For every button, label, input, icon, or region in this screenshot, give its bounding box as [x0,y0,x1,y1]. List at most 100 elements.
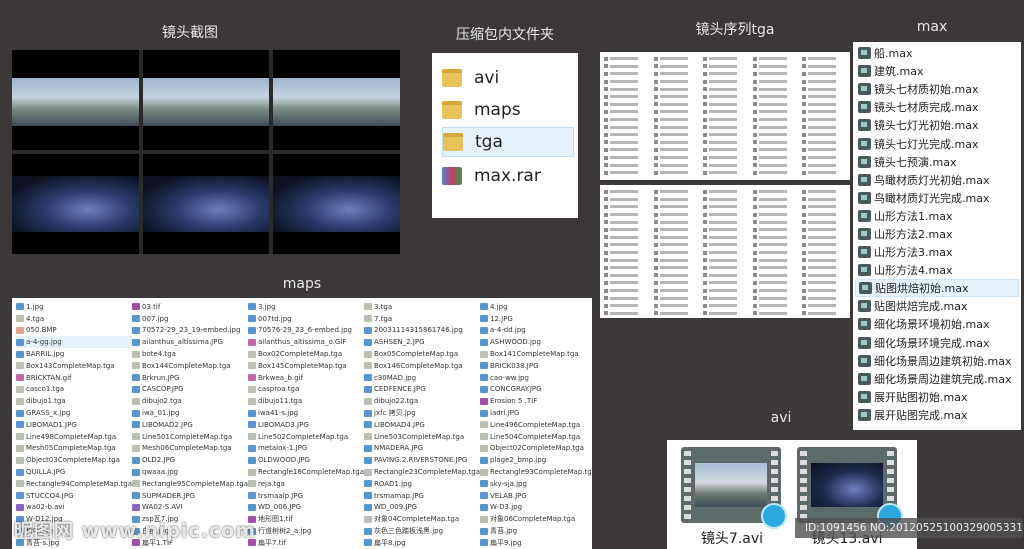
tga-file-item[interactable] [703,279,747,287]
maps-file-item[interactable]: LIBOMAD4.JPG [364,419,480,431]
tga-file-item[interactable] [604,55,648,63]
tga-file-item[interactable] [703,63,747,71]
max-file-item[interactable]: 山形方法4.max [855,261,1019,279]
maps-file-item[interactable]: metalox-1.JPG [248,443,364,455]
maps-file-item[interactable]: Rectangle94CompleteMap.tga [16,478,132,490]
maps-file-item[interactable]: dibujo11.tga [248,395,364,407]
tga-file-item[interactable] [653,272,698,280]
tga-file-item[interactable] [802,310,846,318]
maps-file-item[interactable]: reja.tga [248,478,364,490]
tga-file-item[interactable] [653,294,698,302]
tga-file-item[interactable] [653,310,698,318]
tga-file-item[interactable] [604,256,648,264]
maps-file-item[interactable]: cao-ww.jpg [480,372,596,384]
maps-file-item[interactable]: Rectangle18CompleteMap.tga [248,466,364,478]
tga-file-item[interactable] [703,70,747,78]
tga-file-item[interactable] [604,101,648,109]
maps-file-item[interactable]: BARRIL.jpg [16,348,132,360]
tga-file-item[interactable] [604,131,648,139]
tga-file-item[interactable] [653,101,698,109]
maps-file-item[interactable]: QUILLA.JPG [16,466,132,478]
tga-file-item[interactable] [802,211,846,219]
maps-file-item[interactable]: Line496CompleteMap.tga [480,419,596,431]
tga-file-item[interactable] [653,85,698,93]
tga-file-item[interactable] [703,203,747,211]
maps-file-item[interactable]: SUPMADER.JPG [132,490,248,502]
tga-file-item[interactable] [653,116,698,124]
tga-file-item[interactable] [752,264,797,272]
tga-file-item[interactable] [802,70,846,78]
tga-file-item[interactable] [802,302,846,310]
tga-file-item[interactable] [752,146,797,154]
tga-file-item[interactable] [604,188,648,196]
maps-file-item[interactable]: CONCGRAY.JPG [480,384,596,396]
maps-file-item[interactable]: PAVING.2.RIVERSTONE.JPG [364,454,480,466]
tga-file-item[interactable] [703,161,747,169]
tga-file-item[interactable] [604,161,648,169]
maps-file-item[interactable]: casco1.tga [16,384,132,396]
maps-file-item[interactable]: 03.tif [132,301,248,313]
maps-file-item[interactable]: 扁平9.jpg [480,537,596,549]
maps-file-item[interactable]: VELAB.JPG [480,490,596,502]
tga-file-item[interactable] [604,108,648,116]
maps-file-item[interactable]: c30MAD.jpg [364,372,480,384]
tga-file-item[interactable] [752,226,797,234]
tga-file-item[interactable] [802,108,846,116]
maps-file-item[interactable]: casproa.tga [248,384,364,396]
maps-file-item[interactable]: wa02-b.avi [16,502,132,514]
maps-file-item[interactable]: 对象04CompleteMap.tga [364,513,480,525]
maps-file-item[interactable]: CASCOP.JPG [132,384,248,396]
maps-file-item[interactable]: GRASS_x.jpg [16,407,132,419]
maps-file-item[interactable]: ladri.JPG [480,407,596,419]
tga-file-item[interactable] [703,234,747,242]
maps-file-item[interactable]: ROAD1.jpg [364,478,480,490]
tga-file-item[interactable] [752,161,797,169]
tga-file-item[interactable] [752,154,797,162]
tga-file-item[interactable] [752,116,797,124]
tga-file-item[interactable] [653,256,698,264]
tga-file-item[interactable] [604,196,648,204]
tga-file-item[interactable] [802,249,846,257]
tga-file-item[interactable] [752,139,797,147]
maps-file-item[interactable]: 灰色三色踏板浅黑.jpg [364,525,480,537]
maps-file-item[interactable]: 4.tga [16,313,132,325]
tga-file-item[interactable] [752,131,797,139]
max-file-item[interactable]: 细化场景周边建筑初始.max [855,352,1019,370]
tga-file-item[interactable] [802,85,846,93]
max-file-item[interactable]: 山形方法3.max [855,243,1019,261]
maps-file-item[interactable]: a-4-dd.jpg [480,325,596,337]
max-file-item[interactable]: 船.max [855,44,1019,62]
maps-file-item[interactable]: a-4-gg.jpg [16,336,132,349]
tga-file-item[interactable] [752,294,797,302]
tga-file-item[interactable] [604,85,648,93]
tga-file-item[interactable] [703,249,747,257]
tga-file-item[interactable] [604,169,648,177]
maps-file-item[interactable]: 70576-29_23_6-embed.jpg [248,325,364,337]
tga-file-item[interactable] [802,55,846,63]
tga-file-item[interactable] [802,203,846,211]
tga-file-item[interactable] [703,131,747,139]
tga-file-item[interactable] [653,108,698,116]
max-file-item[interactable]: 细化场景周边建筑完成.max [855,370,1019,388]
maps-file-item[interactable]: 050.BMP [16,325,132,337]
tga-file-item[interactable] [653,241,698,249]
maps-file-item[interactable]: LIBOMAD2.JPG [132,419,248,431]
maps-file-item[interactable]: 扁平8.jpg [364,537,480,549]
maps-file-item[interactable]: NMADERA.JPG [364,443,480,455]
tga-file-item[interactable] [653,63,698,71]
tga-file-item[interactable] [752,211,797,219]
maps-file-item[interactable]: Brkwea_b.gif [248,372,364,384]
tga-file-item[interactable] [604,154,648,162]
maps-file-item[interactable]: BRICK038.JPG [480,360,596,372]
maps-file-item[interactable]: Erosion 5 .TIF [480,395,596,407]
tga-file-item[interactable] [802,234,846,242]
maps-file-item[interactable]: dibujo22.tga [364,395,480,407]
max-file-item[interactable]: 镜头七灯光完成.max [855,134,1019,152]
maps-file-item[interactable]: Line502CompleteMap.tga [248,431,364,443]
tga-file-item[interactable] [653,169,698,177]
maps-file-item[interactable]: trsmaalp.JPG [248,490,364,502]
tga-file-item[interactable] [604,78,648,86]
maps-file-item[interactable]: 007.jpg [132,313,248,325]
tga-file-item[interactable] [604,302,648,310]
maps-file-item[interactable]: 3.tga [364,301,480,313]
